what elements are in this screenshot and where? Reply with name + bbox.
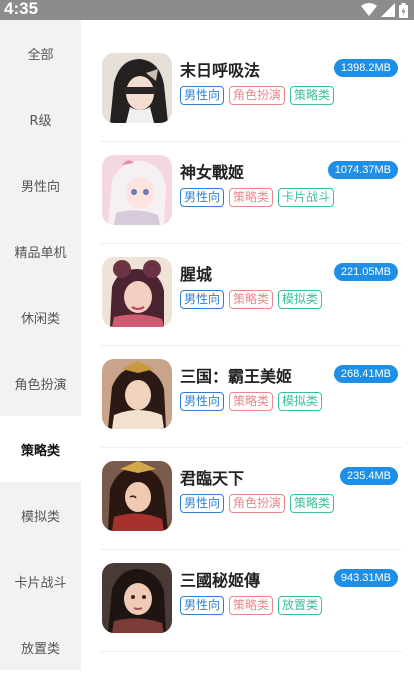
tag[interactable]: 策略类	[229, 290, 274, 309]
goggles-girl-thumbnail-icon	[102, 257, 172, 327]
sidebar-item-label: 放置类	[20, 641, 60, 657]
file-size-badge: 1398.2MB	[333, 59, 398, 77]
status-time: 4:35	[4, 0, 39, 18]
file-size-badge: 1074.37MB	[327, 161, 398, 179]
white-hair-girl-thumbnail-icon	[102, 155, 172, 225]
sidebar-item-label: 全部	[27, 47, 54, 63]
game-thumbnail[interactable]	[102, 359, 172, 429]
game-card[interactable]: 神女戰姬 1074.37MB 男性向 策略类 卡片战斗	[101, 142, 402, 244]
game-title: 君臨天下	[180, 469, 245, 488]
sidebar-item-label: 休闲类	[20, 311, 60, 327]
sidebar-item-label: 策略类	[20, 443, 60, 459]
sidebar-item-role-playing[interactable]: 角色扮演	[0, 350, 81, 416]
sidebar-item-strategy[interactable]: 策略类	[0, 416, 81, 482]
tag[interactable]: 男性向	[180, 86, 225, 105]
sidebar-item-r-rated[interactable]: R级	[0, 86, 81, 152]
tag[interactable]: 男性向	[180, 596, 225, 615]
file-size-badge: 268.41MB	[333, 365, 398, 383]
sidebar-item-label: R级	[29, 113, 52, 129]
wifi-icon	[361, 3, 377, 16]
game-title: 三国：霸王美姬	[180, 367, 293, 386]
tag[interactable]: 策略类	[229, 392, 274, 411]
game-thumbnail[interactable]	[102, 563, 172, 633]
signal-icon	[381, 3, 395, 17]
sidebar-item-card-battle[interactable]: 卡片战斗	[0, 548, 81, 614]
file-size-badge: 235.4MB	[339, 467, 398, 485]
game-title: 末日呼吸法	[180, 61, 261, 80]
game-thumbnail[interactable]	[102, 53, 172, 123]
tag-list: 男性向 策略类 卡片战斗	[180, 188, 335, 207]
tag[interactable]: 男性向	[180, 494, 225, 513]
game-card[interactable]: 腥城 221.05MB 男性向 策略类 模拟类	[101, 244, 402, 346]
sidebar-item-idle[interactable]: 放置类	[0, 614, 81, 680]
tag[interactable]: 策略类	[229, 596, 274, 615]
sidebar-item-simulation[interactable]: 模拟类	[0, 482, 81, 548]
tag-list: 男性向 策略类 模拟类	[180, 290, 323, 309]
game-thumbnail[interactable]	[102, 461, 172, 531]
three-kingdoms-lady-thumbnail-icon	[102, 359, 172, 429]
file-size-badge: 943.31MB	[333, 569, 398, 587]
tag[interactable]: 角色扮演	[229, 494, 286, 513]
tag-list: 男性向 角色扮演 策略类	[180, 494, 335, 513]
sidebar-item-premium-standalone[interactable]: 精品单机	[0, 218, 81, 284]
sidebar-item-label: 精品单机	[14, 245, 67, 261]
sidebar-item-all[interactable]: 全部	[0, 20, 81, 86]
tag[interactable]: 角色扮演	[229, 86, 286, 105]
status-bar: 4:35	[0, 0, 414, 20]
sidebar-item-label: 卡片战斗	[14, 575, 67, 591]
battery-icon	[399, 2, 408, 18]
sidebar-item-label: 男性向	[20, 179, 60, 195]
category-sidebar: 全部 R级 男性向 精品单机 休闲类 角色扮演 策略类 模拟类 卡片战斗 放置类	[0, 20, 81, 670]
tag-list: 男性向 策略类 放置类	[180, 596, 323, 615]
empress-thumbnail-icon	[102, 461, 172, 531]
game-card[interactable]: 三國秘姬傳 943.31MB 男性向 策略类 放置类	[101, 550, 402, 652]
tag[interactable]: 男性向	[180, 290, 225, 309]
tag[interactable]: 男性向	[180, 188, 225, 207]
game-list: 末日呼吸法 1398.2MB 男性向 角色扮演 策略类 神女戰姬 1074.37…	[81, 20, 414, 670]
game-thumbnail[interactable]	[102, 257, 172, 327]
file-size-badge: 221.05MB	[333, 263, 398, 281]
tag[interactable]: 策略类	[290, 86, 335, 105]
game-card[interactable]: 三国：霸王美姬 268.41MB 男性向 策略类 模拟类	[101, 346, 402, 448]
game-card[interactable]: 末日呼吸法 1398.2MB 男性向 角色扮演 策略类	[101, 40, 402, 142]
tag[interactable]: 男性向	[180, 392, 225, 411]
tag[interactable]: 策略类	[229, 188, 274, 207]
sidebar-item-male-oriented[interactable]: 男性向	[0, 152, 81, 218]
sidebar-item-label: 角色扮演	[14, 377, 67, 393]
sidebar-item-label: 模拟类	[20, 509, 60, 525]
game-title: 三國秘姬傳	[180, 571, 261, 590]
tag[interactable]: 放置类	[278, 596, 323, 615]
tag[interactable]: 策略类	[290, 494, 335, 513]
nun-character-thumbnail-icon	[102, 53, 172, 123]
tag-list: 男性向 角色扮演 策略类	[180, 86, 335, 105]
game-thumbnail[interactable]	[102, 155, 172, 225]
tag[interactable]: 模拟类	[278, 290, 323, 309]
status-icons	[361, 2, 408, 18]
tag-list: 男性向 策略类 模拟类	[180, 392, 323, 411]
sidebar-item-casual[interactable]: 休闲类	[0, 284, 81, 350]
game-title: 神女戰姬	[180, 163, 245, 182]
game-title: 腥城	[180, 265, 213, 284]
tag[interactable]: 模拟类	[278, 392, 323, 411]
tag[interactable]: 卡片战斗	[278, 188, 335, 207]
portrait-lady-thumbnail-icon	[102, 563, 172, 633]
game-card[interactable]: 君臨天下 235.4MB 男性向 角色扮演 策略类	[101, 448, 402, 550]
